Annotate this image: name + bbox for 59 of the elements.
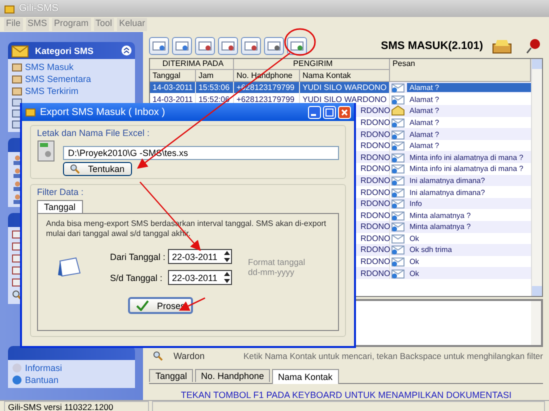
tab[interactable]: No. Handphone: [194, 368, 270, 382]
group-label: Letak dan Nama File Excel :: [37, 128, 151, 138]
toolbar-button[interactable]: [218, 36, 238, 55]
column-header[interactable]: Pesan: [390, 58, 531, 82]
inbox-tray-icon: [492, 38, 512, 54]
toolbar-button[interactable]: [241, 36, 262, 55]
calendar-icon: [56, 257, 82, 277]
scrollbar[interactable]: [531, 300, 541, 346]
status-text: Gili-SMS versi 110322.1200: [4, 401, 149, 411]
scrollbar[interactable]: [531, 58, 542, 296]
spreadsheet-icon: [37, 140, 55, 162]
search-field[interactable]: Wardon: [171, 350, 236, 362]
from-date-label: Dari Tanggal :: [110, 252, 166, 262]
app-icon: [25, 107, 36, 117]
group-label: Filter Data :: [37, 187, 85, 197]
help-text: TEKAN TOMBOL F1 PADA KEYBOARD UNTUK MENAMPILKAN DOKUMENTASI: [180, 390, 512, 400]
tab[interactable]: Tanggal: [149, 368, 193, 382]
search-hint: Ketik Nama Kontak untuk mencari, tekan Backspace untuk menghilangkan filter: [243, 350, 543, 361]
toolbar-button[interactable]: [172, 36, 192, 55]
app-icon: [4, 4, 15, 14]
column-header[interactable]: Nama Kontak: [300, 70, 390, 82]
sidebar-item[interactable]: SMS Masuk: [25, 62, 74, 72]
info-icon: [12, 363, 22, 373]
toolbar-button[interactable]: [264, 36, 284, 55]
sidebar-item[interactable]: SMS Terkirim: [25, 86, 78, 96]
sidebar-item[interactable]: Informasi: [25, 363, 62, 373]
sidebar-item[interactable]: Bantuan: [25, 375, 59, 385]
pin-icon: [525, 36, 543, 55]
close-button[interactable]: [338, 106, 351, 118]
toolbar-button[interactable]: [287, 36, 308, 55]
tab[interactable]: Tanggal: [37, 200, 83, 213]
to-date-field[interactable]: 22-03-2011: [168, 270, 232, 285]
from-date-field[interactable]: 22-03-2011: [168, 249, 232, 264]
checkmark-icon: [136, 300, 149, 311]
format-hint: dd-mm-yyyy: [248, 267, 296, 278]
panel-title: Kategori SMS: [35, 46, 94, 56]
column-group-header: PENGIRIM: [234, 58, 390, 70]
to-date-label: S/d Tanggal :: [110, 272, 164, 282]
window-title: Gili-SMS: [19, 3, 58, 14]
header-title: SMS MASUK(2.101): [380, 40, 483, 52]
table-cell: YUDI SILO WARDONO: [300, 82, 390, 94]
help-icon: [12, 375, 22, 385]
toolbar-button[interactable]: [195, 36, 216, 55]
minimize-button[interactable]: [308, 106, 321, 118]
search-icon: [70, 164, 80, 174]
column-header[interactable]: Jam: [196, 70, 234, 82]
column-header[interactable]: Tanggal: [150, 70, 196, 82]
highlight-circle: [284, 28, 316, 56]
table-cell: 15:53:06: [196, 82, 234, 94]
dialog-title: Export SMS Masuk ( Inbox ): [40, 106, 166, 118]
sidebar-item[interactable]: SMS Sementara: [25, 74, 92, 84]
search-icon: [153, 350, 164, 361]
maximize-button[interactable]: [323, 106, 336, 118]
browse-button[interactable]: Tentukan: [63, 162, 132, 176]
collapse-icon[interactable]: [121, 45, 132, 56]
tab[interactable]: Nama Kontak: [272, 368, 339, 384]
toolbar-button[interactable]: [149, 36, 170, 55]
table-cell: 14-03-2011: [150, 82, 196, 94]
column-group-header: DITERIMA PADA: [150, 58, 234, 70]
